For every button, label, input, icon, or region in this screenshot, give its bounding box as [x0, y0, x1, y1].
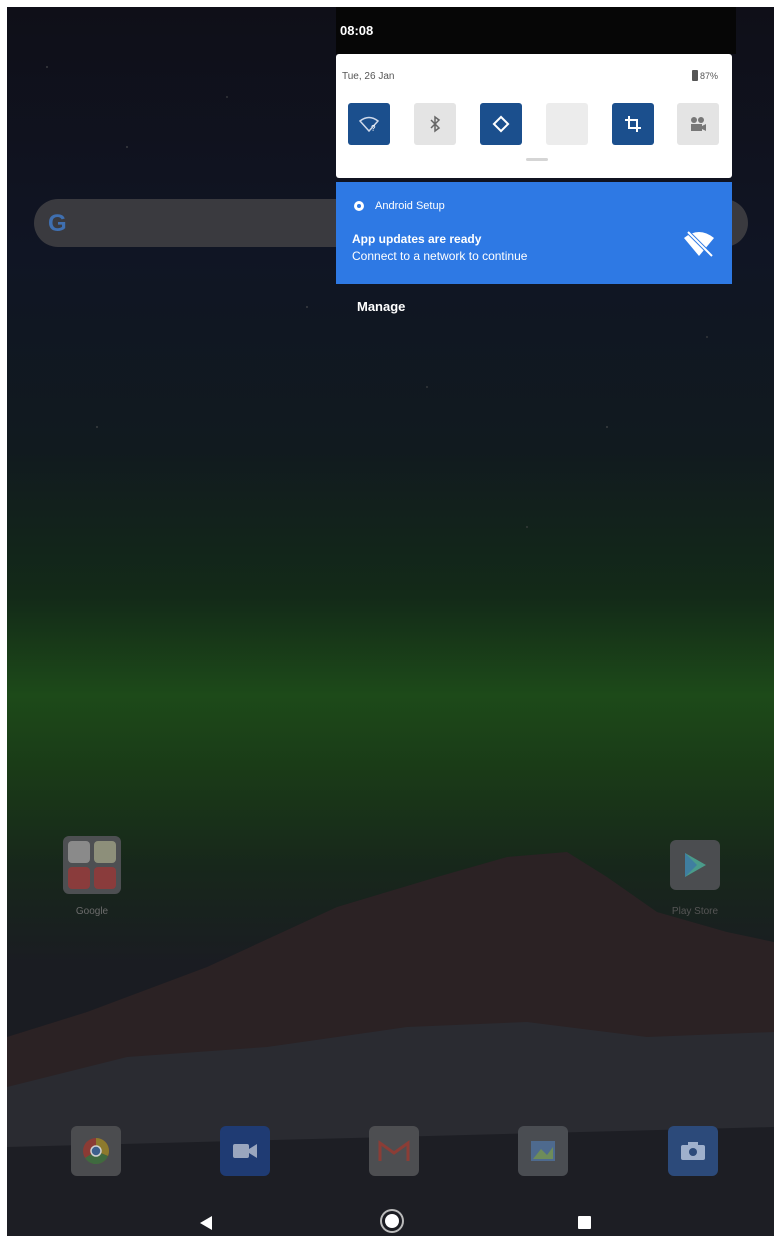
qs-tile-bluetooth[interactable]: [414, 103, 456, 145]
maps-app-icon: [94, 841, 116, 863]
gear-icon: [354, 201, 364, 211]
battery-percent: 87%: [700, 71, 719, 81]
notification-title: App updates are ready: [352, 232, 482, 246]
rotate-icon: [492, 115, 510, 133]
play-store-app[interactable]: [670, 840, 720, 890]
play-store-icon: [685, 853, 706, 877]
qs-date: Tue, 26 Jan: [342, 71, 395, 82]
qs-tile-blank[interactable]: [546, 103, 588, 145]
chrome-icon: [83, 1138, 109, 1165]
qs-tile-auto-rotate[interactable]: [480, 103, 522, 145]
gmail-app[interactable]: [369, 1126, 419, 1176]
camera-app[interactable]: [668, 1126, 718, 1176]
screen-record-icon: [691, 117, 706, 131]
youtube-app-icon: [68, 867, 90, 889]
chrome-app[interactable]: [71, 1126, 121, 1176]
wifi-question-icon: ?: [358, 116, 380, 133]
qs-tile-wifi[interactable]: ?: [348, 103, 390, 145]
battery-icon: [692, 70, 698, 81]
nav-recents-button[interactable]: [578, 1216, 591, 1229]
qs-tile-screen-record[interactable]: [677, 103, 719, 145]
wifi-off-icon: [684, 230, 714, 258]
qs-drag-handle[interactable]: [526, 158, 548, 161]
camera-icon: [681, 1142, 705, 1160]
files-app[interactable]: [518, 1126, 568, 1176]
bluetooth-icon: [430, 115, 441, 133]
qs-tile-screenshot[interactable]: [612, 103, 654, 145]
status-time: 08:08: [340, 23, 374, 38]
play-store-label: Play Store: [671, 906, 719, 917]
notification-app-name: Android Setup: [375, 200, 445, 212]
nav-home-button[interactable]: [385, 1214, 399, 1228]
play-movies-app-icon: [94, 867, 116, 889]
nav-back-button[interactable]: [200, 1216, 212, 1230]
google-app-icon: [68, 841, 90, 863]
video-camera-icon: [233, 1144, 257, 1158]
gmail-icon: [378, 1140, 410, 1161]
duo-app[interactable]: [220, 1126, 270, 1176]
folder-label: Google: [75, 906, 109, 917]
notification-text: Connect to a network to continue: [352, 249, 528, 263]
google-logo-icon: G: [48, 210, 67, 237]
photos-files-icon: [531, 1141, 555, 1161]
svg-text:?: ?: [371, 124, 376, 133]
google-folder[interactable]: [63, 836, 121, 894]
manage-button[interactable]: Manage: [357, 299, 405, 314]
status-bar: [336, 7, 736, 54]
crop-icon: [625, 116, 641, 132]
